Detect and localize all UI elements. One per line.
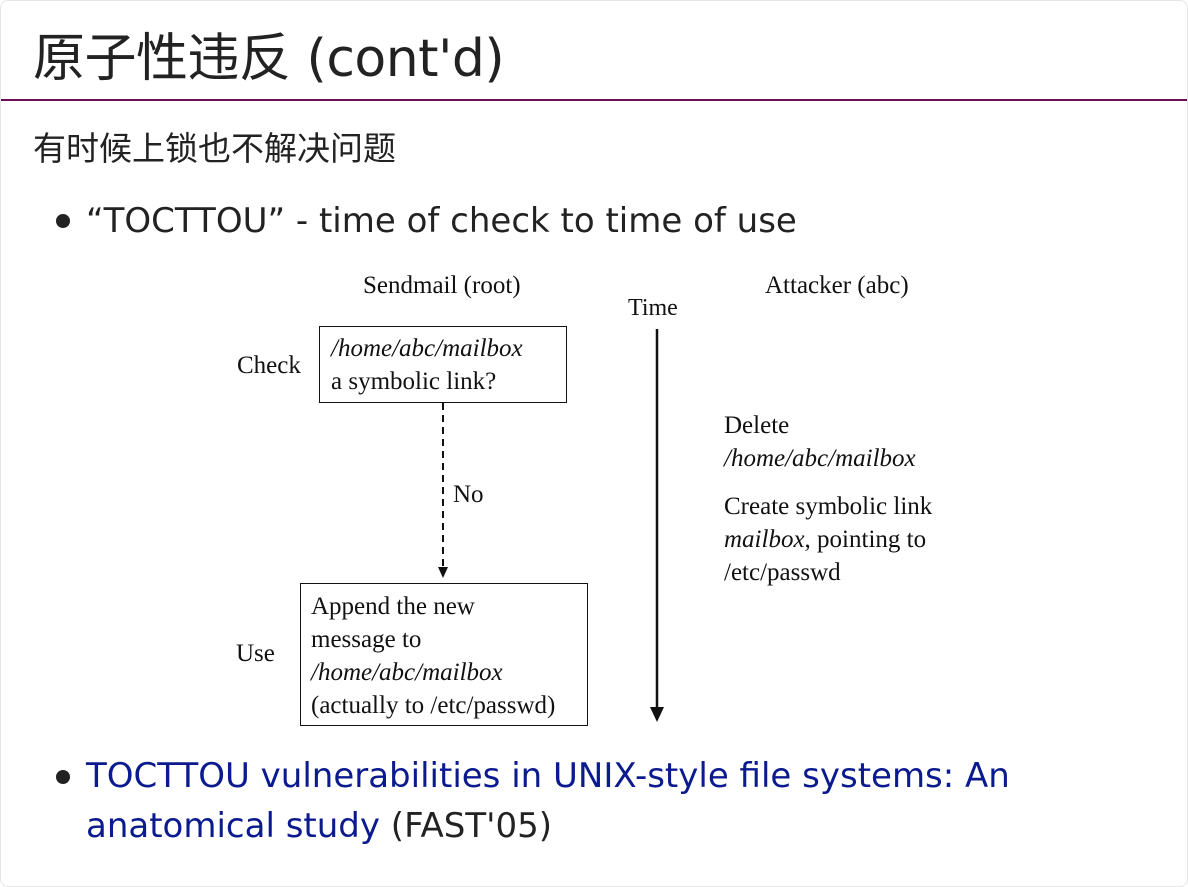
- attacker-mailbox: mailbox: [724, 526, 805, 553]
- attacker-mailbox-line: mailbox, pointing to: [724, 523, 926, 556]
- attacker-delete-path: /home/abc/mailbox: [724, 445, 916, 472]
- attacker-pointing: , pointing to: [804, 526, 927, 553]
- bullet-dot: [56, 770, 70, 784]
- no-label: No: [453, 481, 484, 508]
- attacker-create: Create symbolic link: [724, 493, 933, 520]
- venue-suffix: (FAST'05): [380, 806, 552, 846]
- time-arrow-head: [650, 707, 664, 722]
- attacker-delete: Delete: [724, 412, 790, 439]
- no-arrow-head: [438, 567, 448, 578]
- attacker-target: /etc/passwd: [724, 559, 841, 586]
- slide: 原子性违反 (cont'd) 有时候上锁也不解决问题 “TOCTTOU” - t…: [0, 0, 1188, 887]
- bullet-reference: TOCTTOU vulnerabilities in UNIX-style fi…: [86, 751, 1176, 851]
